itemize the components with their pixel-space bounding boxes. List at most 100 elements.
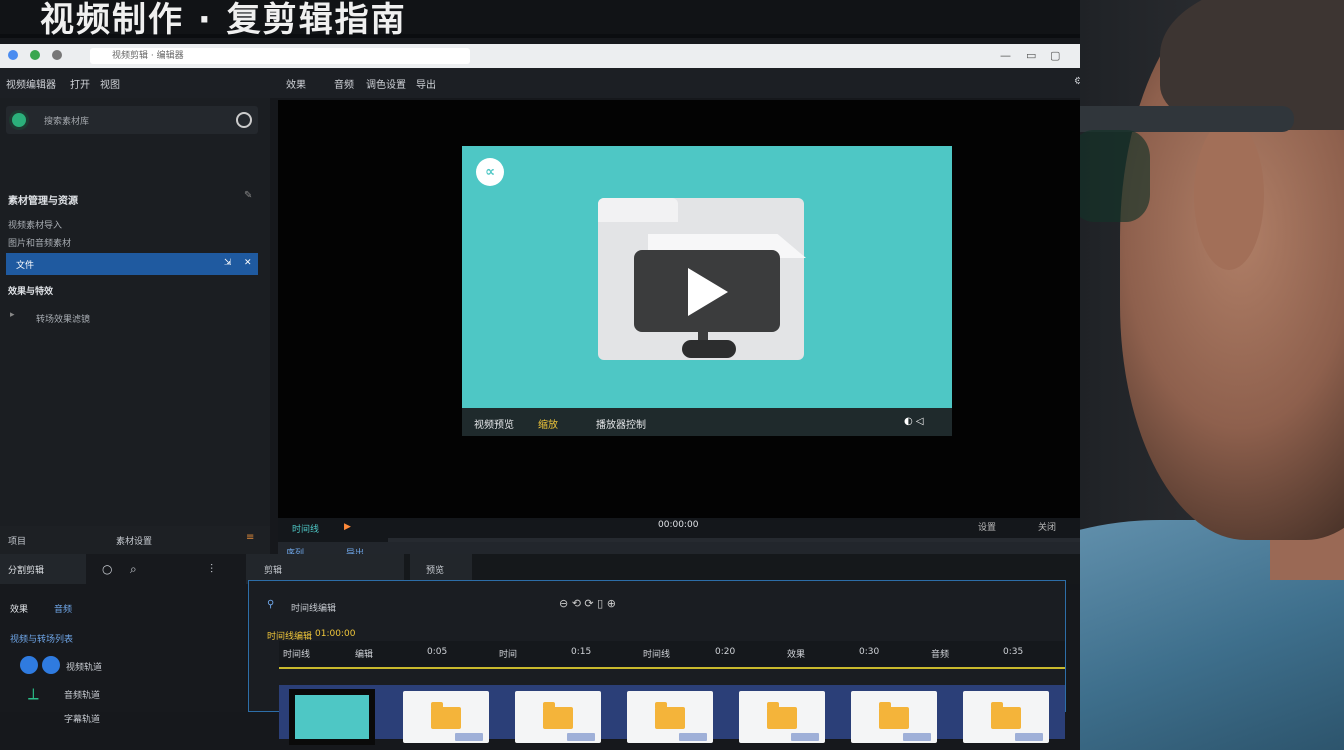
- menu-bar: 视频编辑器 打开 视图 效果 音频 调色设置 导出 ⚙ ▣: [0, 68, 1130, 98]
- list-item[interactable]: 转场效果滤镜: [36, 312, 90, 325]
- clip-thumbnail[interactable]: [515, 691, 601, 743]
- ruler-label: 0:35: [1003, 647, 1024, 657]
- window-control-icon[interactable]: [8, 50, 18, 60]
- tab-split[interactable]: 分割剪辑: [0, 554, 86, 584]
- menu-item[interactable]: 调色设置: [366, 76, 406, 91]
- filter-icon[interactable]: ⫶: [210, 562, 213, 577]
- marker-icon[interactable]: ▶: [344, 522, 351, 532]
- section-title: 效果与特效: [8, 287, 54, 297]
- timeline-title: 时间线编辑: [291, 604, 337, 614]
- clip-badge: [679, 733, 707, 741]
- list-item[interactable]: 音频轨道: [64, 688, 100, 701]
- editor-window: 视频剪辑 · 编辑器 — ▭ ▢ ✕ 视频编辑器 打开 视图 效果 音频 调色设…: [0, 38, 1130, 750]
- pin-icon[interactable]: ⇲: [224, 258, 232, 268]
- clip-badge: [455, 733, 483, 741]
- browser-bar: 视频剪辑 · 编辑器 — ▭ ▢ ✕: [0, 44, 1130, 68]
- video-preview: ∝ 视频预览 缩放 播放器控制 ◐ ◁: [278, 100, 1128, 520]
- menu-item[interactable]: 视频编辑器: [6, 76, 56, 91]
- restore-icon[interactable]: ▭: [1026, 49, 1036, 62]
- browser-tab-title: 视频剪辑 · 编辑器: [112, 51, 184, 61]
- selected-item-label: 文件: [16, 261, 35, 271]
- timeline-label: 时间线: [292, 525, 320, 535]
- clip-thumbnail[interactable]: [627, 691, 713, 743]
- clip-badge: [903, 733, 931, 741]
- window-control-icon[interactable]: [30, 50, 40, 60]
- clip-thumbnail[interactable]: [851, 691, 937, 743]
- play-icon: [688, 268, 728, 316]
- search-icon[interactable]: [236, 112, 252, 128]
- folder-icon: [431, 702, 461, 729]
- clip-thumbnail[interactable]: [963, 691, 1049, 743]
- effects-panel: 分割剪辑 ○ ⌕ ⫶ 效果 音频 视频与转场列表 视频轨道 ⟂ 音频轨道 字幕轨…: [0, 554, 246, 725]
- menu-item[interactable]: 视图: [100, 76, 120, 91]
- tab-label: 预览: [426, 566, 445, 576]
- list-item[interactable]: 字幕轨道: [64, 712, 100, 725]
- footer-left: 项目: [8, 537, 27, 547]
- caption-mid: 缩放: [538, 420, 558, 431]
- effect-icon[interactable]: ⟂: [28, 684, 39, 704]
- record-icon: [12, 113, 26, 127]
- clip-thumbnail[interactable]: [403, 691, 489, 743]
- toggle-icon[interactable]: [20, 656, 38, 674]
- header-effects[interactable]: 效果: [10, 602, 28, 615]
- ruler-label: 时间线: [643, 650, 671, 660]
- list-item[interactable]: 视频素材导入: [8, 218, 62, 231]
- ruler-label: 时间: [499, 650, 518, 660]
- ruler-label: 0:20: [715, 647, 736, 657]
- timeline-ruler[interactable]: 时间线 编辑 0:05 时间 0:15 时间线 0:20 效果 0:30 音频 0:35: [279, 641, 1065, 667]
- settings-label[interactable]: 设置: [978, 520, 996, 533]
- footer-mid: 素材设置: [116, 537, 153, 547]
- clip-thumbnail[interactable]: [739, 691, 825, 743]
- header-list: 视频与转场列表: [10, 635, 74, 645]
- ruler-label: 0:15: [571, 647, 592, 657]
- tool-icons[interactable]: ⊖ ⟲ ⟳ ▯ ⊕: [559, 597, 616, 610]
- ear: [1194, 120, 1264, 270]
- clip-badge: [791, 733, 819, 741]
- close-label[interactable]: 关闭: [1038, 520, 1056, 533]
- selected-list-item[interactable]: 文件 ⇲ ✕: [6, 253, 258, 275]
- section-title: 素材管理与资源: [8, 196, 78, 207]
- list-item[interactable]: 图片和音频素材: [8, 236, 71, 249]
- timeline-icon[interactable]: ⚲: [267, 599, 274, 610]
- maximize-icon[interactable]: ▢: [1050, 49, 1060, 62]
- search-input[interactable]: 搜索素材库: [44, 114, 89, 127]
- monitor-stand: [676, 332, 736, 358]
- playhead-line: [279, 667, 1065, 669]
- banner-title: 视频制作 · 复剪辑指南: [40, 0, 407, 40]
- folder-icon: [879, 702, 909, 729]
- caption-right: 播放器控制: [596, 420, 646, 431]
- clip-preview: [295, 695, 369, 739]
- search-icon[interactable]: ⌕: [130, 562, 137, 577]
- search-box[interactable]: 搜索素材库: [6, 106, 258, 134]
- toggle-icon[interactable]: [42, 656, 60, 674]
- timeline-panel: ⚲ 时间线编辑 ⊖ ⟲ ⟳ ▯ ⊕ 时间线编辑 01:00:00 时间线 编辑 0:…: [248, 580, 1066, 745]
- circle-icon[interactable]: ○: [102, 562, 112, 576]
- tab-label: 剪辑: [264, 566, 283, 576]
- close-icon[interactable]: ✕: [244, 258, 252, 268]
- video-screen-icon: [634, 250, 780, 332]
- expand-icon[interactable]: ▸: [10, 310, 15, 320]
- menu-item[interactable]: 效果: [286, 76, 306, 91]
- browser-tab[interactable]: 视频剪辑 · 编辑器: [90, 48, 470, 64]
- preview-frame[interactable]: ∝: [462, 146, 952, 408]
- folder-tab: [598, 198, 678, 222]
- media-panel: 搜索素材库 素材管理与资源 ✎ 视频素材导入 图片和音频素材 文件 ⇲ ✕ 效果…: [0, 98, 270, 558]
- menu-item[interactable]: 音频: [334, 76, 354, 91]
- speaker-icon[interactable]: ◐ ◁: [904, 416, 924, 427]
- timeline-label-b: 01:00:00: [315, 629, 356, 639]
- clip-badge: [567, 733, 595, 741]
- caption-left: 视频预览: [474, 420, 514, 431]
- edit-icon[interactable]: ✎: [244, 190, 252, 201]
- menu-icon[interactable]: ≡: [246, 532, 254, 543]
- video-track: [279, 685, 1065, 745]
- menu-item[interactable]: 导出: [416, 76, 436, 91]
- clip-thumbnail[interactable]: [289, 689, 375, 745]
- folder-icon: [767, 702, 797, 729]
- menu-item[interactable]: 打开: [70, 76, 90, 91]
- header-audio[interactable]: 音频: [54, 602, 72, 615]
- minimize-icon[interactable]: —: [1000, 49, 1011, 62]
- ruler-label: 效果: [787, 650, 806, 660]
- list-item[interactable]: 视频轨道: [66, 660, 102, 673]
- reload-icon[interactable]: [52, 50, 62, 60]
- ruler-label: 编辑: [355, 650, 374, 660]
